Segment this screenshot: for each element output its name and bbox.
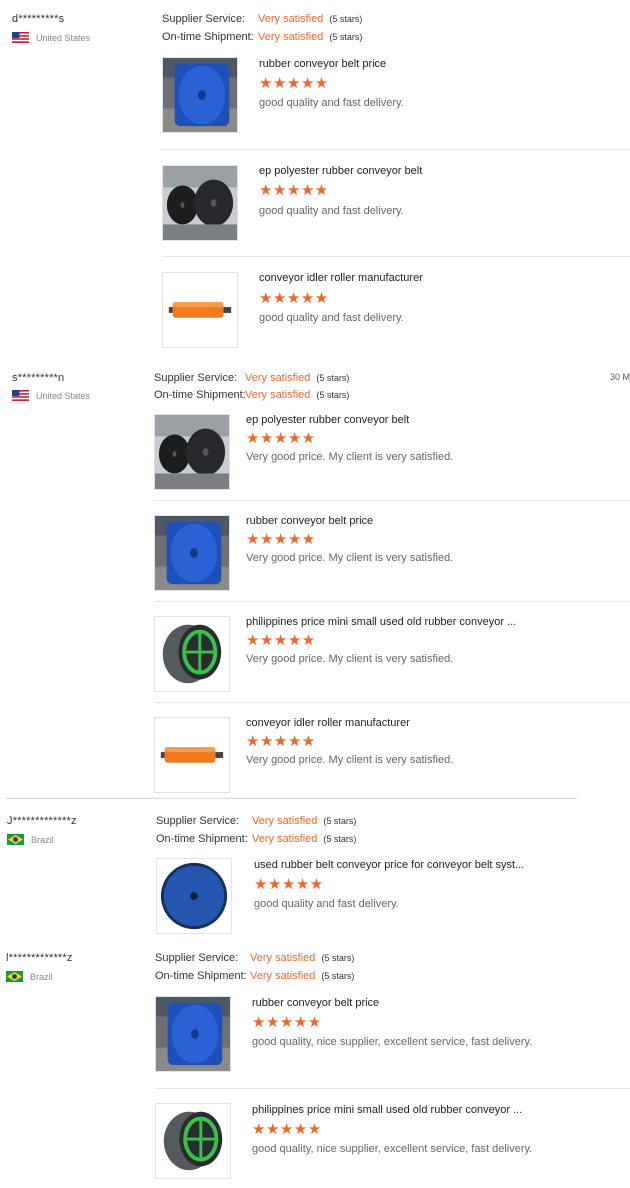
review-comment: good quality, nice supplier, excellent s… xyxy=(252,1036,533,1048)
on-time-shipment-label: On-time Shipment: xyxy=(155,970,247,982)
on-time-shipment-rating: On-time Shipment: Very satisfied (5 star… xyxy=(162,31,362,43)
rating-stars-text: (5 stars) xyxy=(329,14,363,24)
product-stars: ★★★★★ xyxy=(246,531,316,548)
supplier-service-label: Supplier Service: xyxy=(154,372,238,384)
buyer-country: United States xyxy=(12,390,90,401)
product-image[interactable] xyxy=(155,1103,231,1179)
divider xyxy=(155,1088,630,1089)
review-comment: Very good price. My client is very satis… xyxy=(246,451,454,463)
supplier-service-rating: Supplier Service: Very satisfied (5 star… xyxy=(154,372,349,384)
review-comment: Very good price. My client is very satis… xyxy=(246,754,454,766)
buyer-name: l*************z xyxy=(6,952,73,964)
product-stars: ★★★★★ xyxy=(259,182,329,199)
product-stars: ★★★★★ xyxy=(246,430,316,447)
product-image[interactable] xyxy=(154,515,230,591)
on-time-shipment-label: On-time Shipment: xyxy=(162,31,254,43)
on-time-shipment-rating: On-time Shipment: Very satisfied (5 star… xyxy=(154,389,349,401)
rating-value: Very satisfied xyxy=(250,970,316,982)
product-title[interactable]: conveyor idler roller manufacturer xyxy=(246,717,410,729)
review-comment: good quality, nice supplier, excellent s… xyxy=(252,1143,533,1155)
country-name: United States xyxy=(36,390,91,401)
product-stars: ★★★★★ xyxy=(246,733,316,750)
rating-value: Very satisfied xyxy=(245,372,311,384)
product-title[interactable]: philippines price mini small used old ru… xyxy=(246,616,516,628)
product-stars: ★★★★★ xyxy=(259,75,329,92)
brazil-flag-icon xyxy=(7,834,24,845)
product-stars: ★★★★★ xyxy=(254,876,324,893)
review-comment: Very good price. My client is very satis… xyxy=(246,653,454,665)
product-image[interactable] xyxy=(154,414,230,490)
review-comment: Very good price. My client is very satis… xyxy=(246,552,454,564)
country-name: Brazil xyxy=(31,834,54,845)
product-stars: ★★★★★ xyxy=(252,1014,322,1031)
product-title[interactable]: rubber conveyor belt price xyxy=(252,997,379,1009)
country-name: United States xyxy=(36,32,91,43)
brazil-flag-icon xyxy=(6,971,23,982)
product-image[interactable] xyxy=(162,57,238,133)
rating-value: Very satisfied xyxy=(252,833,318,845)
supplier-service-label: Supplier Service: xyxy=(162,13,246,25)
country-name: Brazil xyxy=(30,971,53,982)
on-time-shipment-rating: On-time Shipment: Very satisfied (5 star… xyxy=(155,970,354,982)
product-title[interactable]: rubber conveyor belt price xyxy=(259,58,386,70)
rating-value: Very satisfied xyxy=(245,389,311,401)
product-title[interactable]: ep polyester rubber conveyor belt xyxy=(246,414,409,426)
rating-stars-text: (5 stars) xyxy=(321,971,355,981)
buyer-country: Brazil xyxy=(6,971,53,982)
product-image[interactable] xyxy=(154,616,230,692)
buyer-country: Brazil xyxy=(7,834,54,845)
divider xyxy=(162,149,630,150)
review-separator xyxy=(6,798,577,799)
product-stars: ★★★★★ xyxy=(252,1121,322,1138)
review-comment: good quality and fast delivery. xyxy=(254,898,399,910)
buyer-country: United States xyxy=(12,32,90,43)
product-image[interactable] xyxy=(162,272,238,348)
rating-stars-text: (5 stars) xyxy=(323,816,357,826)
rating-stars-text: (5 stars) xyxy=(316,390,350,400)
us-flag-icon xyxy=(12,390,29,401)
rating-value: Very satisfied xyxy=(252,815,318,827)
product-title[interactable]: conveyor idler roller manufacturer xyxy=(259,272,423,284)
on-time-shipment-rating: On-time Shipment: Very satisfied (5 star… xyxy=(156,833,356,845)
rating-value: Very satisfied xyxy=(250,952,316,964)
supplier-service-label: Supplier Service: xyxy=(155,952,239,964)
product-title[interactable]: ep polyester rubber conveyor belt xyxy=(259,165,422,177)
product-stars: ★★★★★ xyxy=(246,632,316,649)
supplier-service-rating: Supplier Service: Very satisfied (5 star… xyxy=(155,952,354,964)
on-time-shipment-label: On-time Shipment: xyxy=(154,389,246,401)
divider xyxy=(154,601,630,602)
product-stars: ★★★★★ xyxy=(259,290,329,307)
product-image[interactable] xyxy=(162,165,238,241)
buyer-name: d*********s xyxy=(12,13,65,25)
buyer-name: J*************z xyxy=(7,815,77,827)
rating-stars-text: (5 stars) xyxy=(321,953,355,963)
divider xyxy=(154,500,630,501)
divider xyxy=(154,702,630,703)
supplier-service-rating: Supplier Service: Very satisfied (5 star… xyxy=(162,13,362,25)
product-title[interactable]: rubber conveyor belt price xyxy=(246,515,373,527)
rating-value: Very satisfied xyxy=(258,31,324,43)
product-image[interactable] xyxy=(156,858,232,934)
product-title[interactable]: philippines price mini small used old ru… xyxy=(252,1104,522,1116)
rating-stars-text: (5 stars) xyxy=(316,373,350,383)
product-image[interactable] xyxy=(155,996,231,1072)
review-time: 30 M xyxy=(610,372,630,382)
on-time-shipment-label: On-time Shipment: xyxy=(156,833,248,845)
product-title[interactable]: used rubber belt conveyor price for conv… xyxy=(254,859,524,871)
product-image[interactable] xyxy=(154,717,230,793)
rating-stars-text: (5 stars) xyxy=(329,32,363,42)
review-comment: good quality and fast delivery. xyxy=(259,205,404,217)
rating-value: Very satisfied xyxy=(258,13,324,25)
supplier-service-rating: Supplier Service: Very satisfied (5 star… xyxy=(156,815,356,827)
divider xyxy=(162,256,630,257)
review-comment: good quality and fast delivery. xyxy=(259,97,404,109)
rating-stars-text: (5 stars) xyxy=(323,834,357,844)
supplier-service-label: Supplier Service: xyxy=(156,815,240,827)
review-comment: good quality and fast delivery. xyxy=(259,312,404,324)
us-flag-icon xyxy=(12,32,29,43)
buyer-name: s*********n xyxy=(12,372,65,384)
